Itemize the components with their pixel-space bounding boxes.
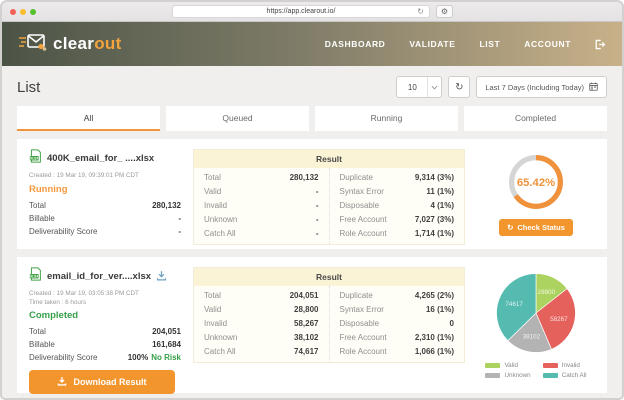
svg-text:58267: 58267 <box>550 316 568 323</box>
page-content: List 10 ↻ Last 7 Days (Including Today) <box>2 66 622 398</box>
legend-valid-swatch <box>485 363 501 368</box>
item2-created: Created : 19 Mar 19, 03:05:38 PM CDT Tim… <box>29 290 181 307</box>
date-range-label: Last 7 Days (Including Today) <box>485 82 584 92</box>
window-controls <box>10 9 36 15</box>
item1-result-table: Result Total 280,132 Valid - Invalid - Unkn… <box>193 149 465 245</box>
svg-text:38102: 38102 <box>523 333 541 340</box>
item2-meta-deliverability: Deliverability Score 100% No Risk <box>29 353 181 362</box>
main-nav: DASHBOARD VALIDATE LIST ACCOUNT <box>325 39 571 49</box>
calendar-icon <box>589 82 598 93</box>
legend-unknown: Unknown <box>485 372 531 379</box>
envelope-icon <box>18 31 48 58</box>
chevron-down-icon <box>427 77 441 97</box>
item2-time-taken: Time taken : 6 hours <box>29 298 87 306</box>
item2-result-left-col: Total 204,051 Valid 28,800 Invalid 58,267 U… <box>204 290 319 356</box>
item2-chart-panel: 28800 58267 38102 74617 Valid Invalid Unkno… <box>477 267 595 383</box>
item1-meta-deliverability: Deliverability Score - <box>29 226 181 236</box>
item1-meta-billable: Billable - <box>29 213 181 223</box>
item2-result-right-col: Duplicate 4,265 (2%) Syntax Error 16 (1%) … <box>328 286 465 362</box>
tab-running[interactable]: Running <box>315 106 458 131</box>
item2-status: Completed <box>29 310 79 321</box>
browser-window: https://app.clearout.io/ ↻ ⚙ clearout DA… <box>0 0 624 400</box>
logo-wordmark: clearout <box>53 34 122 53</box>
item1-result-left-col: Total 280,132 Valid - Invalid - Unknown - Ca… <box>204 172 319 238</box>
xlsx-file-icon: XLSX <box>29 149 42 168</box>
svg-text:28800: 28800 <box>538 289 556 296</box>
gear-icon: ⚙ <box>440 7 449 16</box>
progress-donut-chart: 65.42% <box>509 155 563 209</box>
refresh-icon: ↻ <box>507 223 514 232</box>
svg-text:74617: 74617 <box>505 301 523 308</box>
item2-meta-total: Total 204,051 <box>29 327 181 336</box>
legend-unknown-swatch <box>485 373 501 378</box>
legend-valid: Valid <box>485 362 530 369</box>
per-page-select[interactable]: 10 <box>396 76 443 98</box>
legend-catchall: Catch All <box>542 372 587 379</box>
browser-chrome: https://app.clearout.io/ ↻ ⚙ <box>2 2 622 22</box>
item1-meta-total: Total 280,132 <box>29 200 181 210</box>
item1-result-right-col: Duplicate 9,314 (3%) Syntax Error 11 (1%) … <box>328 168 465 244</box>
url-text: https://app.clearout.io/ <box>266 8 336 15</box>
item1-created: Created : 19 Mar 19, 09:39:01 PM CDT <box>29 172 139 179</box>
minimize-window-icon[interactable] <box>20 9 26 15</box>
item1-result-title: Result <box>194 150 464 168</box>
item1-status: Running <box>29 183 68 195</box>
nav-list[interactable]: LIST <box>479 39 500 49</box>
item1-progress-panel: 65.42% ↻ Check Status <box>477 149 595 239</box>
pie-legend: Valid Invalid Unknown Catch All <box>485 362 587 379</box>
tab-completed[interactable]: Completed <box>464 106 607 131</box>
tab-all[interactable]: All <box>17 106 160 131</box>
close-window-icon[interactable] <box>10 9 16 15</box>
nav-validate[interactable]: VALIDATE <box>409 39 455 49</box>
list-item-running: XLSX 400K_email_for_ ....xlsx Created : … <box>17 139 607 249</box>
status-tabs: All Queued Running Completed <box>17 106 607 131</box>
legend-invalid: Invalid <box>542 362 587 369</box>
svg-text:XLSX: XLSX <box>30 156 39 160</box>
svg-text:XLSX: XLSX <box>30 274 39 278</box>
per-page-value: 10 <box>407 82 417 92</box>
page-title: List <box>17 78 41 96</box>
zoom-window-icon[interactable] <box>30 9 36 15</box>
toolbar-controls: 10 ↻ Last 7 Days (Including Today) <box>396 76 607 98</box>
check-status-button[interactable]: ↻ Check Status <box>499 219 573 236</box>
progress-percent: 65.42% <box>517 177 555 189</box>
legend-catchall-swatch <box>542 373 558 378</box>
item2-filename: email_id_for_ver....xlsx <box>47 271 152 282</box>
reload-icon[interactable]: ↻ <box>417 7 424 17</box>
item2-result-title: Result <box>194 268 464 286</box>
date-range-button[interactable]: Last 7 Days (Including Today) <box>476 76 607 98</box>
result-pie-chart: 28800 58267 38102 74617 <box>496 273 576 353</box>
browser-settings-button[interactable]: ⚙ <box>436 5 453 18</box>
refresh-icon: ↻ <box>455 81 464 93</box>
download-file-icon[interactable] <box>156 268 167 286</box>
list-toolbar: List 10 ↻ Last 7 Days (Including Today) <box>17 75 607 99</box>
tab-queued[interactable]: Queued <box>166 106 309 131</box>
nav-dashboard[interactable]: DASHBOARD <box>325 39 386 49</box>
logout-icon[interactable] <box>593 38 606 51</box>
app-header: clearout DASHBOARD VALIDATE LIST ACCOUNT <box>2 22 622 66</box>
nav-account[interactable]: ACCOUNT <box>524 39 571 49</box>
item2-meta-billable: Billable 161,684 <box>29 340 181 349</box>
xlsx-file-icon: XLSX <box>29 267 42 286</box>
download-icon <box>57 376 67 388</box>
download-result-button[interactable]: Download Result <box>29 370 175 394</box>
list-item-completed: XLSX email_id_for_ver....xlsx Created : … <box>17 257 607 394</box>
item1-filename: 400K_email_for_ ....xlsx <box>47 153 155 164</box>
item2-summary: XLSX email_id_for_ver....xlsx Created : … <box>29 267 181 394</box>
legend-invalid-swatch <box>542 363 558 368</box>
item2-result-table: Result Total 204,051 Valid 28,800 Invalid 5… <box>193 267 465 363</box>
clearout-logo[interactable]: clearout <box>18 31 122 58</box>
address-bar[interactable]: https://app.clearout.io/ ↻ <box>172 5 430 18</box>
item1-summary: XLSX 400K_email_for_ ....xlsx Created : … <box>29 149 181 239</box>
refresh-list-button[interactable]: ↻ <box>448 76 471 98</box>
